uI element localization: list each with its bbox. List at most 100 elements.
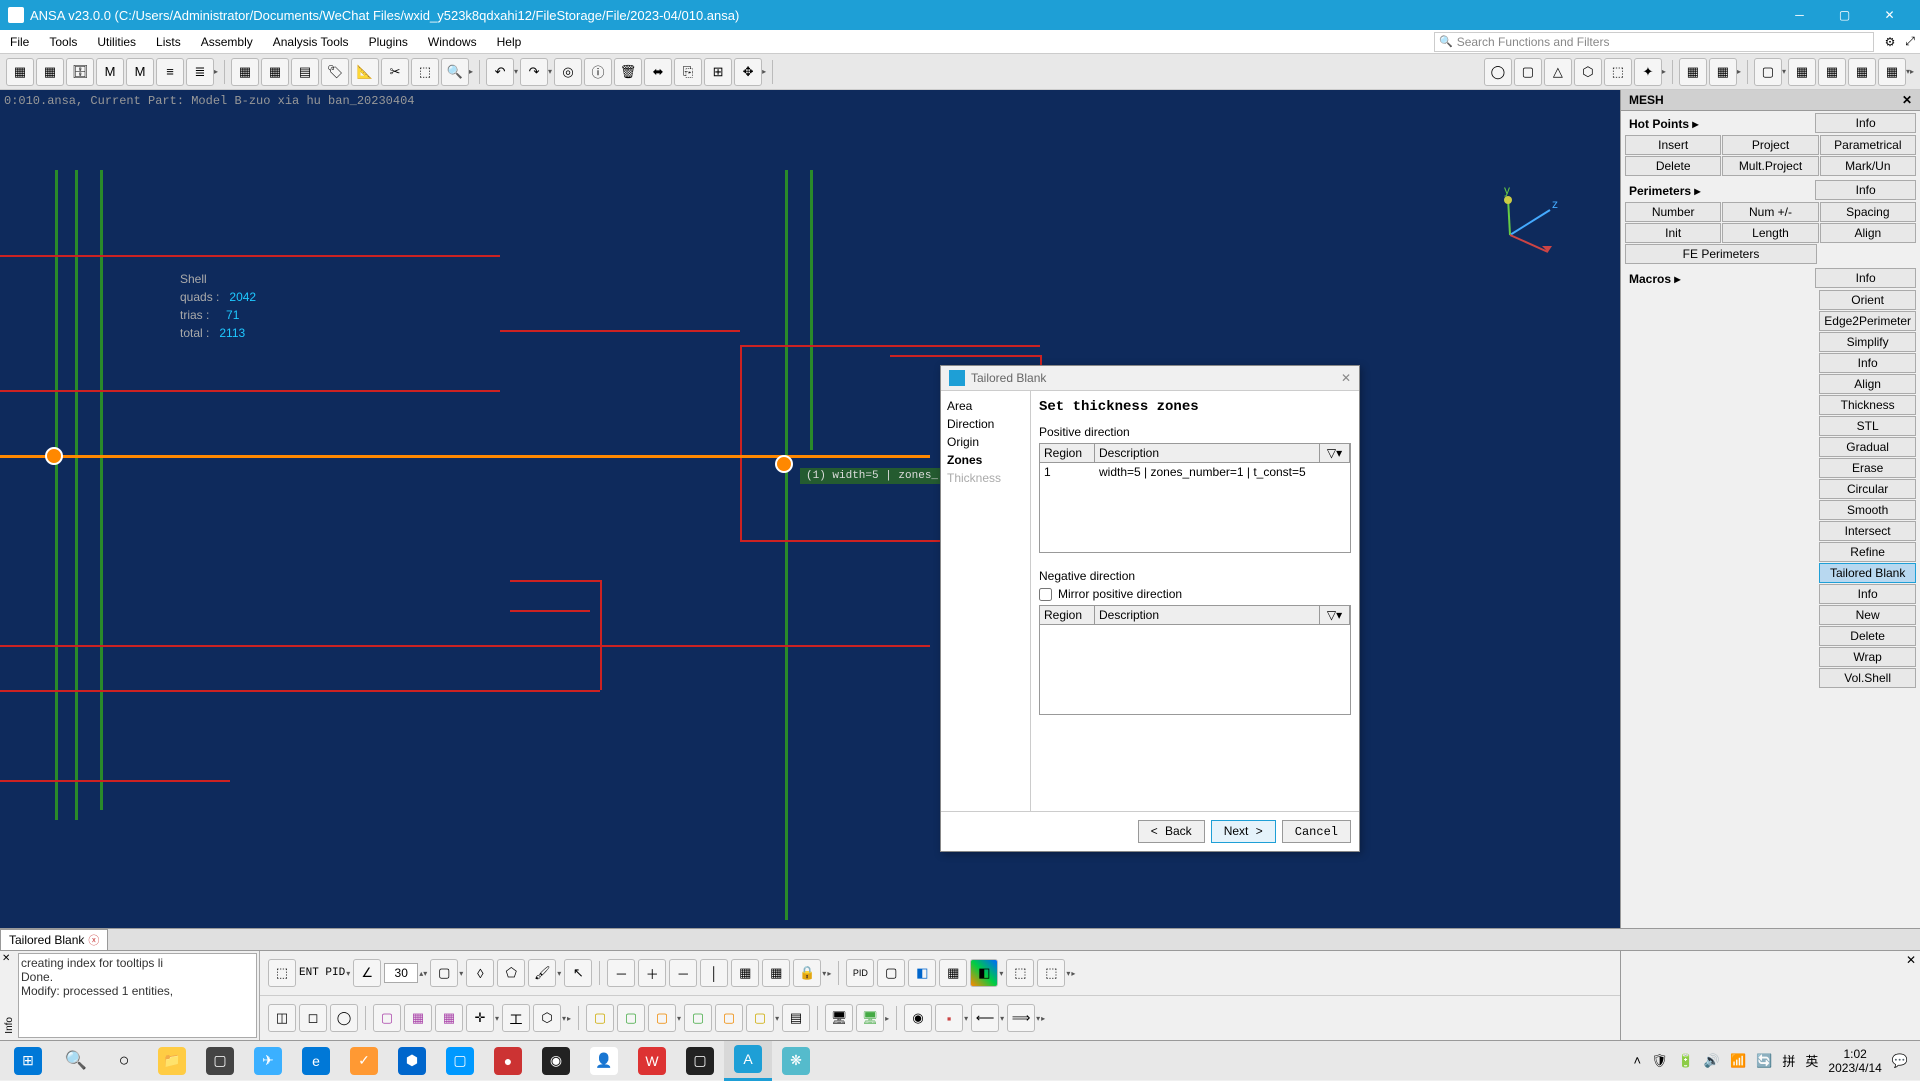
- btn-erase[interactable]: Erase: [1819, 458, 1916, 478]
- tool-zoom-icon[interactable]: 🔍: [441, 58, 469, 86]
- btn-tailored-blank[interactable]: Tailored Blank: [1819, 563, 1916, 583]
- btn-info[interactable]: Info: [1815, 113, 1916, 133]
- dropdown-icon[interactable]: ▾: [775, 1014, 779, 1023]
- tool-view1-icon[interactable]: ▦: [1679, 58, 1707, 86]
- dropdown-icon[interactable]: ▾: [557, 969, 561, 978]
- tool-new-icon[interactable]: ▦: [6, 58, 34, 86]
- dialog-close-icon[interactable]: ✕: [1341, 371, 1351, 385]
- filter-icon[interactable]: ▽▾: [1320, 606, 1350, 624]
- tool-select-icon[interactable]: ⬚: [411, 58, 439, 86]
- menu-utilities[interactable]: Utilities: [87, 30, 146, 53]
- mirror-checkbox[interactable]: [1039, 588, 1052, 601]
- edge-icon[interactable]: e: [292, 1041, 340, 1081]
- layers-icon[interactable]: ▤: [782, 1004, 810, 1032]
- start-button[interactable]: ⊞: [4, 1041, 52, 1081]
- dropdown-icon[interactable]: ▾: [459, 969, 463, 978]
- cancel-button[interactable]: Cancel: [1282, 820, 1351, 843]
- expand-icon[interactable]: ⤢: [1900, 32, 1920, 52]
- positive-zone-table[interactable]: Region Description ▽▾ 1 width=5 | zones_…: [1039, 443, 1351, 553]
- cube-icon[interactable]: ◻: [299, 1004, 327, 1032]
- panel-close-icon[interactable]: ✕: [1906, 953, 1916, 967]
- tool-target-icon[interactable]: ◎: [554, 58, 582, 86]
- app-icon[interactable]: ✓: [340, 1041, 388, 1081]
- grid-icon[interactable]: ▦: [731, 959, 759, 987]
- line-icon[interactable]: ─: [607, 959, 635, 987]
- tray-battery-icon[interactable]: 🔋: [1678, 1053, 1694, 1069]
- btn-orient[interactable]: Orient: [1819, 290, 1916, 310]
- wire2-icon[interactable]: ⬚: [1037, 959, 1065, 987]
- monitor-icon[interactable]: 🖥: [825, 1004, 853, 1032]
- monitor2-icon[interactable]: 🖥: [856, 1004, 884, 1032]
- cube3-icon[interactable]: ▦: [939, 959, 967, 987]
- plus2-icon[interactable]: ✛: [466, 1004, 494, 1032]
- tool-m2-icon[interactable]: М: [126, 58, 154, 86]
- shape-icon[interactable]: ◫: [268, 1004, 296, 1032]
- dropdown-icon[interactable]: ▸: [1071, 969, 1075, 978]
- tray-app-icon[interactable]: 🛡: [1651, 1053, 1668, 1069]
- tool-grid4-icon[interactable]: ▦: [1848, 58, 1876, 86]
- dropdown-icon[interactable]: ▸: [1910, 67, 1914, 76]
- col-description[interactable]: Description: [1095, 444, 1320, 462]
- tool-tri-icon[interactable]: △: [1544, 58, 1572, 86]
- arrow2-icon[interactable]: ⟹: [1007, 1004, 1035, 1032]
- plus-icon[interactable]: ＋: [638, 959, 666, 987]
- dropdown-icon[interactable]: ▸: [1737, 67, 1741, 76]
- wps-icon[interactable]: W: [628, 1041, 676, 1081]
- ansa-icon[interactable]: A: [724, 1041, 772, 1081]
- dropdown-icon[interactable]: ▸: [469, 67, 473, 76]
- menu-tools[interactable]: Tools: [39, 30, 87, 53]
- nav-zones[interactable]: Zones: [947, 451, 1024, 469]
- btn-info[interactable]: Info: [1819, 584, 1916, 604]
- tool-node-icon[interactable]: ✦: [1634, 58, 1662, 86]
- axis-gizmo[interactable]: z y: [1480, 180, 1560, 260]
- btn-insert[interactable]: Insert: [1625, 135, 1721, 155]
- grid2-icon[interactable]: ▦: [762, 959, 790, 987]
- dropdown-icon[interactable]: ▾: [1066, 969, 1070, 978]
- menu-analysis-tools[interactable]: Analysis Tools: [263, 30, 359, 53]
- tool-layers-icon[interactable]: ▤: [291, 58, 319, 86]
- arrow-icon[interactable]: ⟵: [971, 1004, 999, 1032]
- btn-init[interactable]: Init: [1625, 223, 1721, 243]
- dropdown-icon[interactable]: ▾: [1036, 1014, 1040, 1023]
- tray-ime2[interactable]: 英: [1805, 1051, 1818, 1070]
- nav-direction[interactable]: Direction: [947, 415, 1024, 433]
- tool-square-icon[interactable]: ▢: [1514, 58, 1542, 86]
- node2-icon[interactable]: ▪: [935, 1004, 963, 1032]
- btn-number[interactable]: Number: [1625, 202, 1721, 222]
- nav-area[interactable]: Area: [947, 397, 1024, 415]
- tool-view2-icon[interactable]: ▦: [1709, 58, 1737, 86]
- tool-array-icon[interactable]: ⊞: [704, 58, 732, 86]
- tool-copy-icon[interactable]: ⎘: [674, 58, 702, 86]
- app-icon[interactable]: ✈: [244, 1041, 292, 1081]
- cube2-icon[interactable]: ◧: [908, 959, 936, 987]
- clock[interactable]: 1:02 2023/4/14: [1828, 1047, 1881, 1075]
- explorer-icon[interactable]: 📁: [148, 1041, 196, 1081]
- btn-multproject[interactable]: Mult.Project: [1722, 156, 1818, 176]
- app-icon[interactable]: ⬢: [388, 1041, 436, 1081]
- steam-icon[interactable]: ◉: [532, 1041, 580, 1081]
- sel-box-icon[interactable]: ▢: [430, 959, 458, 987]
- btn-gradual[interactable]: Gradual: [1819, 437, 1916, 457]
- btn-thickness[interactable]: Thickness: [1819, 395, 1916, 415]
- menu-help[interactable]: Help: [487, 30, 532, 53]
- green-icon[interactable]: ▢: [617, 1004, 645, 1032]
- menu-plugins[interactable]: Plugins: [359, 30, 418, 53]
- menu-file[interactable]: File: [0, 30, 39, 53]
- dropdown-icon[interactable]: ▸: [762, 67, 766, 76]
- dropdown-icon[interactable]: ▾: [562, 1014, 566, 1023]
- dropdown-icon[interactable]: ▾: [495, 1014, 499, 1023]
- angle-input[interactable]: [384, 963, 418, 983]
- btn-volshell[interactable]: Vol.Shell: [1819, 668, 1916, 688]
- dropdown-icon[interactable]: ▾: [1000, 1014, 1004, 1023]
- tool-circle-icon[interactable]: ◯: [1484, 58, 1512, 86]
- geo-marker[interactable]: [775, 455, 793, 473]
- tool-info-icon[interactable]: ⓘ: [584, 58, 612, 86]
- box-icon[interactable]: ▢: [373, 1004, 401, 1032]
- dropdown-icon[interactable]: ▸: [1041, 1014, 1045, 1023]
- tool-cyl-icon[interactable]: ⬚: [1604, 58, 1632, 86]
- viewport-3d[interactable]: 0:010.ansa, Current Part: Model B-zuo xi…: [0, 90, 1620, 928]
- btn-simplify[interactable]: Simplify: [1819, 332, 1916, 352]
- box3-icon[interactable]: ▦: [435, 1004, 463, 1032]
- tool-grid-icon[interactable]: ▦: [261, 58, 289, 86]
- sel-rect-icon[interactable]: ⬚: [268, 959, 296, 987]
